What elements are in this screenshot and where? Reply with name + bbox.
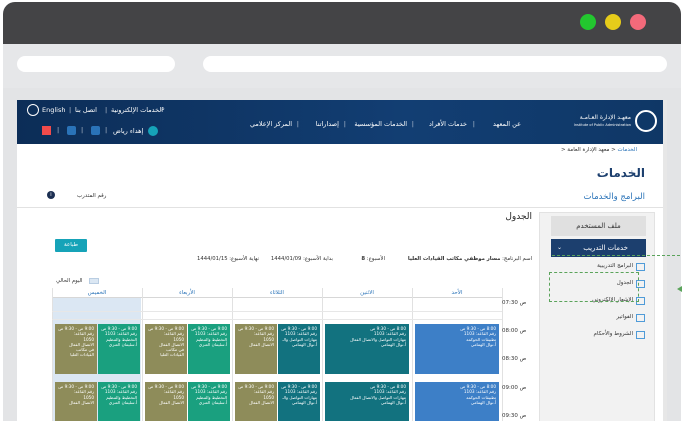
language-icon[interactable] [27, 104, 39, 116]
event-wednesday-2b[interactable]: 9:00 ص - 9:30 ص رقم القاعة: 1050 الاتصال ال… [145, 382, 187, 421]
event-sunday-2[interactable]: 8:00 ص - 9:30 ص رقم القاعة: 1103 تطبيقات ا… [415, 382, 499, 421]
event-monday-1[interactable]: 8:00 ص - 9:30 ص رقم القاعة: 1103 مهارات ال… [325, 324, 409, 374]
scrollbar[interactable] [663, 100, 667, 421]
divider [17, 207, 667, 208]
annotation-arrow-icon [677, 286, 682, 292]
top-navigation: معهـد الإدارة العـامـة Institute of Publ… [17, 100, 667, 144]
ipa-logo-icon[interactable] [635, 110, 657, 132]
window-control-yellow[interactable] [605, 14, 621, 30]
time-0900: 09:00 ص [502, 385, 527, 391]
print-button[interactable]: طباعة [55, 239, 87, 252]
messages-icon[interactable] [91, 126, 100, 135]
sidebar-item-terms[interactable]: الشروط والأحكام [560, 331, 645, 339]
event-thursday-1a[interactable]: 9:00 ص - 9:30 ص رقم القاعة: 1103 التخطيط و… [98, 324, 140, 374]
terms-icon [636, 331, 645, 339]
window-titlebar [3, 2, 681, 44]
trainee-number-label: رقم المتدرب [77, 193, 107, 199]
breadcrumb-home[interactable]: معهد الإدارة العامة [567, 147, 609, 153]
user-name[interactable]: إهداء رياض [113, 127, 143, 135]
event-wednesday-1a[interactable]: 9:00 ص - 9:30 ص رقم القاعة: 1103 التخطيط و… [188, 324, 230, 374]
sidebar: ملف المستخدم خدمات التدريب ⌄ البرامج الت… [539, 212, 655, 421]
day-header-tuesday: الثلاثاء [232, 288, 322, 298]
sidebar-item-programs[interactable]: البرامج التدريبية [560, 263, 645, 271]
time-0830: 08:30 ص [502, 356, 527, 362]
event-sunday-1[interactable]: 8:00 ص - 9:30 ص رقم القاعة: 1103 تطبيقات ا… [415, 324, 499, 374]
sidebar-item-invoices[interactable]: الفواتير [560, 314, 645, 322]
time-0730: 07:30 ص [502, 300, 527, 306]
page-title: الخدمات [596, 166, 645, 180]
nav-about[interactable]: عن المعهد [493, 120, 521, 128]
day-header-monday: الاثنين [322, 288, 412, 298]
event-thursday-2a[interactable]: 9:00 ص - 9:30 ص رقم القاعة: 1103 التخطيط و… [98, 382, 140, 421]
logout-icon[interactable] [42, 126, 51, 135]
web-page: معهـد الإدارة العـامـة Institute of Publ… [17, 100, 667, 421]
today-legend-label: اليوم الحالي [56, 278, 83, 284]
english-link[interactable]: English [42, 106, 65, 114]
url-bar[interactable] [203, 56, 667, 72]
sidebar-user-profile[interactable]: ملف المستخدم [551, 216, 646, 236]
nav-publications[interactable]: إصداراتنا [316, 120, 339, 128]
screenshot-frame: معهـد الإدارة العـامـة Institute of Publ… [0, 0, 684, 421]
event-thursday-1b[interactable]: 9:00 ص - 9:30 ص رقم القاعة: 1050 الاتصال ال… [55, 324, 97, 374]
nav-individual-services[interactable]: خدمات الأفراد [429, 120, 467, 128]
event-tuesday-2b[interactable]: 9:00 ص - 9:30 ص رقم القاعة: 1050 الاتصال ال… [235, 382, 277, 421]
notification-icon[interactable] [67, 126, 76, 135]
event-monday-2[interactable]: 8:00 ص - 9:30 ص رقم القاعة: 1103 مهارات ال… [325, 382, 409, 421]
programs-icon [636, 263, 645, 271]
user-avatar-icon[interactable] [148, 126, 158, 136]
time-0930: 09:30 ص [502, 413, 527, 419]
breadcrumb-current[interactable]: الخدمات [618, 147, 637, 153]
day-header-thursday: الخميس [52, 288, 142, 298]
event-wednesday-2a[interactable]: 9:00 ص - 9:30 ص رقم القاعة: 1103 التخطيط و… [188, 382, 230, 421]
event-tuesday-1a[interactable]: 9:00 ص - 9:30 ص رقم القاعة: 1103 مهارات ال… [278, 324, 320, 374]
window-control-green[interactable] [580, 14, 596, 30]
week-start-info: بداية الأسبوع: 1444/01/09 [270, 256, 333, 262]
window-control-red[interactable] [630, 14, 646, 30]
logo-text-en: Institute of Public Administration [573, 123, 631, 127]
event-thursday-2b[interactable]: 9:00 ص - 9:30 ص رقم القاعة: 1050 الاتصال ال… [55, 382, 97, 421]
breadcrumb: الخدمات < معهد الإدارة العامة < [560, 147, 637, 153]
day-header-wednesday: الأربعاء [142, 288, 232, 298]
day-header-sunday: الأحد [412, 288, 502, 298]
eservices-link[interactable]: الخدمات الإلكترونية [111, 106, 163, 114]
nav-institutional-services[interactable]: الخدمات المؤسسية [354, 120, 407, 128]
browser-window: معهـد الإدارة العـامـة Institute of Publ… [3, 2, 681, 421]
address-bar-area [3, 44, 681, 88]
schedule-calendar: الأحد الاثنين الثلاثاء الأربعاء الخميس 0… [52, 288, 526, 421]
event-wednesday-1b[interactable]: 9:00 ص - 9:30 ص رقم القاعة: 1050 الاتصال ال… [145, 324, 187, 374]
contact-link[interactable]: اتصل بنا [75, 106, 97, 114]
search-icon[interactable]: ⌕ [161, 105, 165, 114]
info-icon[interactable]: i [47, 191, 55, 199]
week-end-info: نهاية الأسبوع: 1444/01/15 [197, 256, 259, 262]
nav-media-center[interactable]: المركز الإعلامي [250, 120, 292, 128]
program-info: اسم البرنامج: مسار موظفي مكاتب القيادات … [407, 256, 532, 262]
tab-placeholder[interactable] [17, 56, 175, 72]
today-legend-swatch [89, 278, 99, 284]
highlight-dashed-box [549, 272, 639, 302]
page-subtitle: البرامج والخدمات [583, 192, 645, 202]
time-0800: 08:00 ص [502, 328, 527, 334]
event-tuesday-1b[interactable]: 9:00 ص - 9:30 ص رقم القاعة: 1050 الاتصال ال… [235, 324, 277, 374]
logo-text-ar: معهـد الإدارة العـامـة [579, 114, 631, 121]
invoices-icon [636, 314, 645, 322]
event-tuesday-2a[interactable]: 9:00 ص - 9:30 ص رقم القاعة: 1103 مهارات ال… [278, 382, 320, 421]
annotation-line [552, 255, 680, 256]
schedule-title: الجدول [505, 212, 532, 222]
week-info: الأسبوع: 8 [361, 256, 385, 262]
